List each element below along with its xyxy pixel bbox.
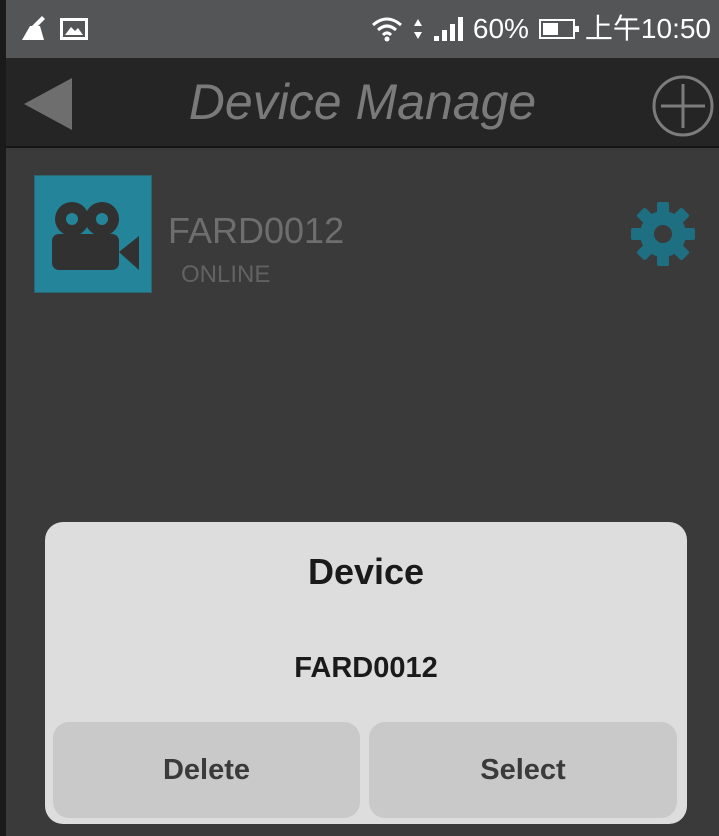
data-arrows-icon bbox=[413, 19, 422, 39]
select-button[interactable]: Select bbox=[369, 722, 677, 818]
gear-icon[interactable] bbox=[627, 198, 699, 270]
app-screen: 60% 上午10:50 Device Manage FARD0012 ONLIN… bbox=[6, 0, 719, 836]
add-circle-icon[interactable] bbox=[651, 74, 715, 138]
wifi-icon bbox=[371, 17, 402, 42]
status-bar: 60% 上午10:50 bbox=[6, 0, 719, 58]
delete-button[interactable]: Delete bbox=[53, 722, 360, 818]
device-thumbnail bbox=[35, 176, 151, 292]
page-title: Device Manage bbox=[188, 74, 537, 130]
dialog-message: FARD0012 bbox=[294, 652, 438, 684]
device-name: FARD0012 bbox=[168, 210, 345, 251]
cleaner-broom-icon bbox=[22, 16, 45, 40]
signal-icon bbox=[433, 17, 463, 41]
device-list-item[interactable]: FARD0012 ONLINE bbox=[6, 170, 719, 300]
battery-icon bbox=[538, 19, 579, 39]
clock: 上午10:50 bbox=[584, 13, 711, 44]
dialog-title: Device bbox=[307, 551, 425, 592]
device-dialog: Device FARD0012 Delete Select bbox=[45, 522, 687, 824]
back-arrow-icon[interactable] bbox=[20, 76, 80, 132]
video-camera-icon bbox=[52, 202, 139, 270]
battery-percent: 60% bbox=[472, 13, 529, 44]
image-notification-icon bbox=[60, 18, 88, 40]
app-header: Device Manage bbox=[6, 58, 719, 148]
device-status: ONLINE bbox=[181, 261, 271, 288]
